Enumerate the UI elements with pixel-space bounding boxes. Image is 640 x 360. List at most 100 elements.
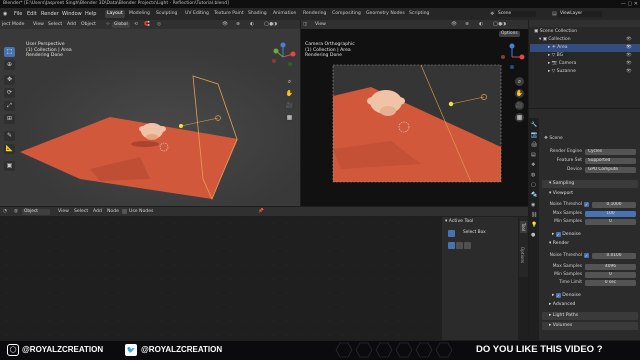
transform-tool-icon[interactable]: ⊞: [4, 114, 15, 124]
node-editor-type-icon[interactable]: ◔: [3, 207, 7, 216]
pin-icon[interactable]: 📌: [258, 207, 264, 216]
shader-type-icon[interactable]: ◍: [14, 207, 18, 216]
snap-icon[interactable]: 🧲: [144, 20, 150, 29]
object-tab-icon[interactable]: ▢: [531, 182, 536, 188]
tab-texture-paint[interactable]: Texture Paint: [212, 10, 246, 18]
device-dropdown[interactable]: GPU Compute: [585, 166, 636, 173]
editor-type-icon[interactable]: ◫: [303, 20, 307, 29]
tab-shading[interactable]: Shading: [246, 10, 269, 18]
render-max-samples-field[interactable]: 4096: [585, 263, 636, 270]
viewport-min-samples-field[interactable]: 0: [585, 218, 636, 225]
viewport-noise-threshold-field[interactable]: 0.1000: [592, 201, 636, 208]
measure-tool-icon[interactable]: 📐: [4, 144, 15, 154]
time-limit-field[interactable]: 0 sec: [585, 279, 636, 286]
material-tab-icon[interactable]: ●: [531, 232, 535, 238]
shading-mode-icons[interactable]: ◯●◑: [264, 20, 277, 29]
volumes-panel-header[interactable]: ▸ Volumes: [542, 322, 638, 330]
viewport-noise-threshold-checkbox[interactable]: ✓: [584, 202, 589, 207]
cursor-tool-icon[interactable]: ⊕: [4, 60, 15, 70]
pan-hand-icon[interactable]: ✋: [285, 89, 294, 98]
render-denoise-checkbox[interactable]: ✓: [555, 292, 561, 298]
outliner-row-suzanne[interactable]: ▸ ▽ Suzanne 👁: [530, 68, 640, 76]
mode-extend-icon[interactable]: [456, 242, 463, 249]
tab-rendering[interactable]: Rendering: [301, 10, 328, 18]
blender-logo-icon[interactable]: ◉: [3, 8, 7, 20]
tab-tool[interactable]: Tool: [520, 221, 527, 234]
render-noise-threshold-checkbox[interactable]: ✓: [584, 253, 589, 258]
scene-selector[interactable]: Scene: [496, 11, 536, 17]
tab-options[interactable]: Options: [520, 247, 525, 263]
render-engine-dropdown[interactable]: Cycles: [585, 148, 636, 155]
camera-view-icon[interactable]: 🎥: [285, 101, 294, 110]
viewport-max-samples-field[interactable]: 100: [585, 210, 636, 217]
visibility-eye-icon[interactable]: 👁: [626, 36, 632, 44]
node-editor[interactable]: ◔ ◍ Object View Select Add Node Use Node…: [0, 207, 528, 340]
camera-view-icon-right[interactable]: 🎥: [515, 101, 524, 110]
tab-animation[interactable]: Animation: [271, 10, 298, 18]
node-add-menu[interactable]: Add: [93, 207, 102, 216]
render-denoise-subpanel[interactable]: ▸ ✓ Denoise: [552, 292, 581, 300]
visibility-eye-icon[interactable]: 👁: [626, 60, 632, 68]
render-subpanel-header[interactable]: ▾ Render: [549, 240, 569, 248]
select-box-icon[interactable]: [448, 230, 455, 237]
scale-tool-icon[interactable]: ⤢: [4, 101, 15, 111]
gizmo-icon-right[interactable]: ⊕: [465, 20, 469, 29]
outliner-row-camera[interactable]: ▸ 📷 Camera 👁: [530, 60, 640, 68]
view-layer-selector[interactable]: ViewLayer: [558, 11, 602, 17]
zoom-icon-right[interactable]: ⌕: [515, 77, 524, 86]
proportional-edit-icon[interactable]: ◎: [157, 20, 161, 29]
render-noise-threshold-field[interactable]: 0.0100: [592, 252, 636, 259]
visibility-icon-right[interactable]: 👁: [451, 20, 457, 29]
tab-layout[interactable]: Layout: [105, 10, 125, 18]
active-tool-header[interactable]: ▾ Active Tool: [445, 218, 473, 226]
ortho-toggle-icon-right[interactable]: ▦: [515, 113, 524, 122]
ortho-toggle-icon[interactable]: ▦: [285, 113, 294, 122]
light-paths-panel-header[interactable]: ▸ Light Paths: [542, 312, 638, 320]
viewport-left[interactable]: ject Mode View Select Add Object ⊹ Globa…: [0, 20, 300, 206]
pivot-icon[interactable]: ⟲: [134, 20, 138, 29]
feature-set-dropdown[interactable]: Supported: [585, 157, 636, 164]
viewport-denoise-checkbox[interactable]: ✓: [555, 231, 561, 237]
node-view-menu[interactable]: View: [58, 207, 69, 216]
window-controls[interactable]: — ▢ ✕: [621, 0, 638, 8]
overlay-icon[interactable]: ◐: [250, 20, 254, 29]
outliner-scene-collection[interactable]: ▣ Scene Collection: [530, 28, 640, 36]
sampling-panel-header[interactable]: ▾ Sampling: [542, 180, 638, 188]
navigation-gizmo[interactable]: [268, 42, 298, 72]
visibility-eye-icon[interactable]: 👁: [626, 44, 632, 52]
outliner-row-area[interactable]: ▸ ☀ Area 👁: [530, 44, 640, 52]
move-tool-icon[interactable]: ✥: [4, 75, 15, 85]
rotate-tool-icon[interactable]: ⟳: [4, 88, 15, 98]
viewport-subpanel-header[interactable]: ▾ Viewport: [549, 190, 573, 198]
select-tool-icon[interactable]: ⬚: [4, 47, 15, 57]
use-nodes-checkbox[interactable]: [122, 209, 127, 214]
node-select-menu[interactable]: Select: [74, 207, 88, 216]
viewport-denoise-subpanel[interactable]: ▸ ✓ Denoise: [552, 231, 581, 239]
tool-tab-icon[interactable]: 🔧: [531, 122, 537, 128]
tab-modeling[interactable]: Modeling: [127, 10, 152, 18]
viewport-select-menu[interactable]: Select: [48, 20, 62, 29]
advanced-subpanel-header[interactable]: ▸ Advanced: [549, 301, 575, 309]
render-tab-icon[interactable]: 📷: [531, 132, 538, 138]
viewport-object-menu[interactable]: Object: [81, 20, 96, 29]
tab-compositing[interactable]: Compositing: [330, 10, 363, 18]
shading-icons-right[interactable]: ◯●◑: [493, 20, 506, 29]
tab-uv-editing[interactable]: UV Editing: [183, 10, 211, 18]
annotate-tool-icon[interactable]: ✎: [4, 131, 15, 141]
zoom-icon[interactable]: ⌕: [285, 77, 294, 86]
pan-hand-icon-right[interactable]: ✋: [515, 89, 524, 98]
outliner-row-collection[interactable]: ▾ ▣ Collection 👁: [530, 36, 640, 44]
transform-orientation[interactable]: Global: [112, 21, 130, 28]
menu-render[interactable]: Render: [41, 8, 59, 20]
mode-set-icon[interactable]: [448, 242, 455, 249]
mode-subtract-icon[interactable]: [464, 242, 471, 249]
menu-window[interactable]: Window: [62, 8, 82, 20]
gizmo-icon[interactable]: ⊕: [236, 20, 240, 29]
object-mode-selector[interactable]: ject Mode: [2, 20, 24, 29]
visibility-icon[interactable]: 👁: [222, 20, 228, 29]
viewport-right-view-menu[interactable]: View: [315, 20, 326, 29]
shader-type-selector[interactable]: Object: [22, 208, 50, 215]
overlay-icon-right[interactable]: ◐: [479, 20, 483, 29]
outliner-row-bg[interactable]: ▸ ▽ BG 👁: [530, 52, 640, 60]
navigation-gizmo-right[interactable]: [497, 42, 527, 72]
